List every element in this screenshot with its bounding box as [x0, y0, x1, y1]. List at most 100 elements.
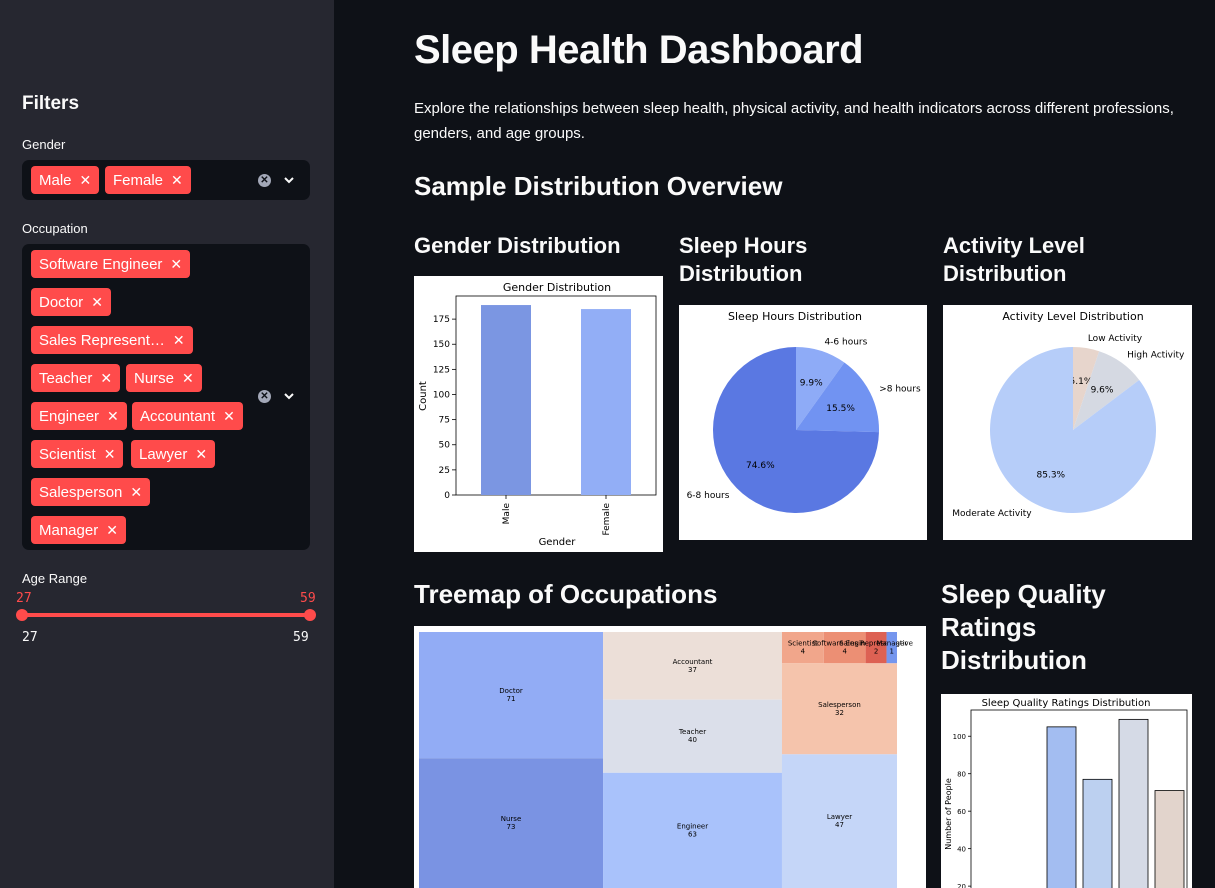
treemap-label: Lawyer: [827, 813, 852, 821]
sidebar: Filters Gender Male ✕ Female ✕ ✕ Occupatio…: [0, 0, 334, 888]
tag-label: Teacher: [39, 370, 93, 387]
occupation-tag[interactable]: Doctor ✕: [31, 288, 111, 316]
chevron-down-icon[interactable]: [282, 389, 296, 403]
chevron-down-icon[interactable]: [282, 173, 296, 187]
age-slider-low-thumb[interactable]: [16, 609, 28, 621]
tag-label: Software Engineer: [39, 256, 163, 273]
remove-icon[interactable]: ✕: [171, 166, 183, 194]
remove-icon[interactable]: ✕: [104, 440, 116, 468]
remove-icon[interactable]: ✕: [100, 364, 112, 392]
pie-label: 4-6 hours: [824, 337, 867, 347]
pie-pct-label: 74.6%: [746, 461, 775, 471]
clear-all-icon[interactable]: ✕: [258, 174, 271, 187]
y-tick-label: 40: [957, 846, 966, 854]
pie-pct-label: 9.6%: [1091, 386, 1114, 396]
age-slider-high-thumb[interactable]: [304, 609, 316, 621]
bar-female: [581, 309, 631, 495]
occupation-tag[interactable]: Nurse ✕: [126, 364, 202, 392]
x-tick-label: Female: [602, 503, 612, 536]
gender-multiselect[interactable]: Male ✕ Female ✕ ✕: [22, 160, 310, 200]
chart-title: Activity Level Distribution: [1002, 310, 1143, 323]
treemap-value: 2: [874, 648, 878, 656]
tag-label: Sales Represent…: [39, 332, 165, 349]
y-tick-label: 0: [444, 491, 450, 501]
occupation-tag[interactable]: Engineer ✕: [31, 402, 127, 430]
sleep-hours-chart-svg: Sleep Hours Distribution 9.9% 4-6 hours 15…: [687, 310, 921, 513]
treemap-value: 47: [835, 821, 844, 829]
y-tick-label: 80: [957, 771, 966, 779]
treemap-label: Nurse: [501, 815, 522, 823]
age-slider-max: 59: [293, 630, 309, 645]
clear-all-icon[interactable]: ✕: [258, 390, 271, 403]
treemap-value: 4: [842, 648, 847, 656]
y-axis-label: Count: [418, 381, 429, 411]
remove-icon[interactable]: ✕: [173, 326, 185, 354]
sleep-hours-heading: Sleep Hours Distribution: [679, 233, 808, 286]
remove-icon[interactable]: ✕: [130, 478, 142, 506]
y-tick-label: 60: [957, 808, 966, 816]
y-tick-label: 50: [439, 441, 451, 451]
gender-chart-svg: Gender Distribution 0255075100125150175 …: [418, 281, 657, 548]
pie-label: High Activity: [1127, 350, 1185, 360]
quality-heading: Sleep Quality Ratings Distribution: [941, 579, 1106, 675]
occupation-tag[interactable]: Salesperson ✕: [31, 478, 151, 506]
activity-chart: Activity Level Distribution 5.1% Low Acti…: [943, 305, 1192, 540]
treemap-heading: Treemap of Occupations: [414, 579, 718, 609]
treemap-value: 40: [688, 736, 697, 744]
remove-icon[interactable]: ✕: [106, 516, 118, 544]
section-title: Sample Distribution Overview: [414, 171, 783, 201]
pie-pct-label: 85.3%: [1037, 471, 1066, 481]
tag-label: Doctor: [39, 294, 84, 311]
treemap-value: 1: [890, 648, 894, 656]
treemap-value: 4: [801, 648, 806, 656]
age-slider-low-value: 27: [16, 591, 32, 606]
occupation-tag[interactable]: Teacher ✕: [31, 364, 121, 392]
occupation-tag[interactable]: Sales Represent… ✕: [31, 326, 193, 354]
occupation-tag[interactable]: Manager ✕: [31, 516, 126, 544]
treemap-label: Accountant: [673, 658, 713, 666]
y-tick-label: 125: [433, 365, 450, 375]
gender-tag-male[interactable]: Male ✕: [31, 166, 100, 194]
tag-label: Accountant: [140, 408, 216, 425]
bar-male: [481, 305, 531, 495]
remove-icon[interactable]: ✕: [195, 440, 207, 468]
y-tick-label: 75: [439, 416, 450, 426]
treemap-label: Salesperson: [818, 701, 861, 709]
sidebar-title: Filters: [22, 93, 80, 114]
occupation-label: Occupation: [22, 221, 88, 236]
tag-label: Scientist: [39, 446, 96, 463]
remove-icon[interactable]: ✕: [80, 166, 92, 194]
bar: [1154, 790, 1185, 888]
occupation-tag[interactable]: Scientist ✕: [31, 440, 124, 468]
chart-title: Gender Distribution: [503, 281, 611, 294]
pie-pct-label: 15.5%: [826, 404, 855, 414]
occupation-tag[interactable]: Lawyer ✕: [131, 440, 216, 468]
treemap-value: 63: [688, 830, 697, 838]
chart-title: Sleep Hours Distribution: [728, 310, 862, 323]
occupation-tag[interactable]: Software Engineer ✕: [31, 250, 191, 278]
remove-icon[interactable]: ✕: [107, 402, 119, 430]
treemap-chart: Doctor 71 Nurse 73 Accountant 37 Teacher 40 Engi…: [414, 626, 926, 888]
remove-icon[interactable]: ✕: [170, 250, 182, 278]
y-tick-label: 25: [439, 466, 450, 476]
gender-tag-female[interactable]: Female ✕: [105, 166, 191, 194]
tag-label: Lawyer: [139, 446, 188, 463]
age-slider-high-value: 59: [300, 591, 316, 606]
remove-icon[interactable]: ✕: [223, 402, 235, 430]
activity-chart-svg: Activity Level Distribution 5.1%Low Acti…: [952, 310, 1185, 519]
age-range-label: Age Range: [22, 571, 88, 586]
age-slider-track[interactable]: [22, 613, 310, 617]
y-tick-label: 150: [433, 340, 450, 350]
treemap-value: 71: [507, 695, 516, 703]
treemap-svg: Doctor71 Nurse73 Accountant37 Teacher40 Engi…: [419, 632, 913, 888]
pie-label: Low Activity: [1088, 334, 1143, 344]
occupation-multiselect[interactable]: Software Engineer ✕ Doctor ✕ Sales Represe…: [22, 244, 310, 550]
treemap-label: Manager: [876, 640, 907, 648]
remove-icon[interactable]: ✕: [91, 288, 103, 316]
occupation-tag[interactable]: Accountant ✕: [132, 402, 243, 430]
age-slider-min: 27: [22, 630, 38, 645]
remove-icon[interactable]: ✕: [182, 364, 194, 392]
chart-title: Sleep Quality Ratings Distribution: [982, 698, 1151, 709]
treemap-value: 73: [507, 823, 516, 831]
y-axis-label: Number of People: [944, 778, 953, 850]
